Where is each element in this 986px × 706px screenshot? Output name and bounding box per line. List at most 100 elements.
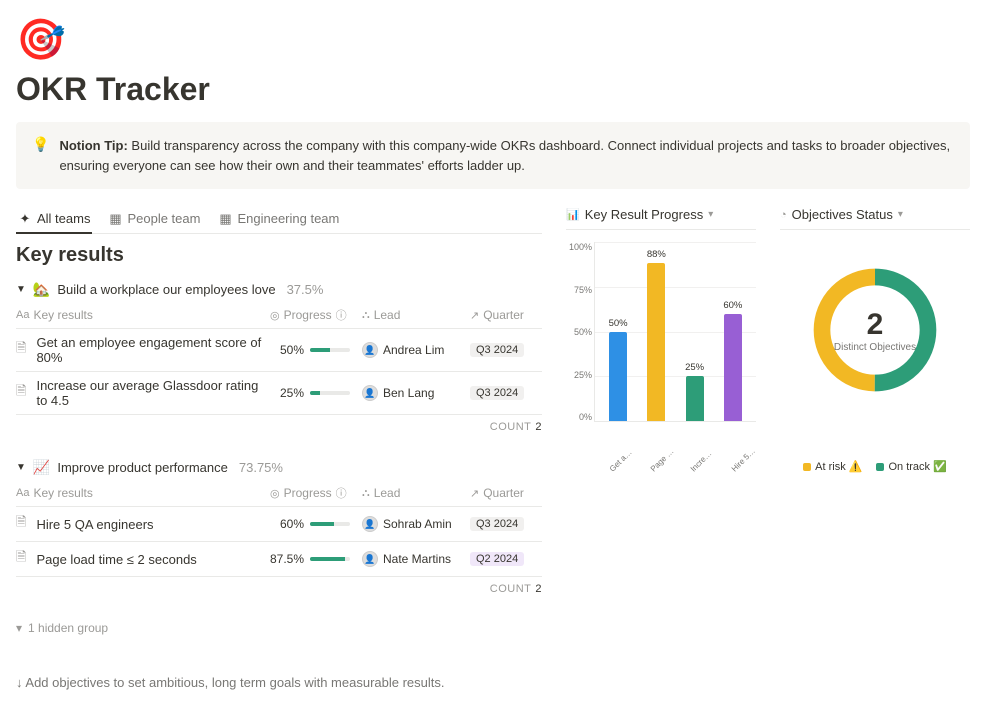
tab-label: People team [127, 211, 200, 226]
bar-value-label: 25% [685, 362, 704, 373]
clock-icon: ◔ [780, 209, 787, 221]
col-quarter-header: Quarter [483, 486, 524, 500]
y-axis-label: 0% [566, 412, 592, 422]
view-tabs: ✦ All teams ▦People team ▦ Engineering team [16, 207, 542, 234]
legend-item: At risk ⚠️ [803, 460, 862, 473]
people-icon: ⛬ [362, 309, 370, 322]
avatar: 👤 [362, 342, 378, 358]
row-lead: Nate Martins [383, 552, 451, 566]
group-progress-pct: 73.75% [239, 460, 283, 475]
legend-label: At risk ⚠️ [815, 460, 862, 473]
document-icon: 🗎 [16, 548, 26, 570]
col-quarter-header: Quarter [483, 308, 524, 322]
row-lead: Andrea Lim [383, 343, 444, 357]
tab-label: All teams [37, 211, 90, 226]
triangle-down-icon: ▼ [16, 462, 26, 473]
avatar: 👤 [362, 385, 378, 401]
table-row[interactable]: 🗎 Get an employee engagement score of 80%… [16, 329, 542, 372]
obj-status-title: Objectives Status [792, 207, 893, 222]
table-row[interactable]: 🗎Increase our average Glassdoor rating t… [16, 372, 542, 415]
table-row[interactable]: 🗎 Page load time ≤ 2 seconds 87.5% 👤 Nate … [16, 542, 542, 577]
bar-chart-icon: 📊 [566, 208, 580, 221]
arrow-icon: ↗ [470, 309, 479, 322]
info-icon: ⓘ [336, 485, 347, 501]
x-axis-label: Page load time ≤ 2 s… [649, 446, 677, 474]
avatar: 👤 [362, 551, 378, 567]
chevron-down-icon: ▾ [16, 621, 22, 635]
legend-swatch [876, 463, 884, 471]
objectives-donut-chart: 2 Distinct Objectives [805, 260, 945, 400]
col-name-header: Key results [33, 486, 92, 500]
quarter-badge[interactable]: Q2 2024 [470, 552, 524, 566]
donut-center-value: 2 [867, 308, 884, 342]
arrow-icon: ↗ [470, 487, 479, 500]
group-emoji: 🏡 [33, 281, 50, 298]
tip-label: Notion Tip: [59, 138, 127, 153]
info-icon: ⓘ [336, 307, 347, 323]
row-progress-pct: 60% [270, 517, 304, 531]
col-progress-header: Progress [284, 308, 332, 322]
tip-body: Build transparency across the company wi… [59, 138, 950, 173]
chart-bar[interactable]: 25% [686, 376, 704, 421]
chart-bar[interactable]: 60% [724, 314, 742, 421]
row-progress-pct: 25% [270, 386, 304, 400]
text-icon: Aa [16, 309, 29, 321]
row-progress-pct: 87.5% [270, 552, 304, 566]
group-name: Build a workplace our employees love [57, 282, 275, 297]
row-progress-pct: 50% [270, 343, 304, 357]
text-icon: Aa [16, 487, 29, 499]
obj-status-header[interactable]: ◔ Objectives Status ▾ [780, 207, 970, 230]
table-row[interactable]: 🗎Hire 5 QA engineers 60% 👤Sohrab Amin Q3… [16, 507, 542, 542]
people-icon: ⛬ [362, 487, 370, 500]
count-row: COUNT2 [16, 577, 542, 601]
legend-item: On track ✅ [876, 460, 946, 473]
hidden-group-toggle[interactable]: ▾ 1 hidden group [16, 617, 542, 639]
footer-hint: ↓ Add objectives to set ambitious, long … [16, 675, 542, 690]
bar-value-label: 60% [723, 300, 742, 311]
chevron-down-icon: ▾ [708, 209, 713, 220]
chevron-down-icon: ▾ [898, 209, 903, 220]
group-header[interactable]: ▼ 🏡 Build a workplace our employees love… [16, 277, 542, 302]
group-emoji: 📈 [33, 459, 50, 476]
document-icon: 🗎 [16, 382, 26, 404]
key-results-heading: Key results [16, 244, 542, 267]
tab-all-teams[interactable]: ✦ All teams [16, 207, 92, 233]
x-axis-label: Get an employ… [608, 446, 636, 474]
tab-icon: ▦ [218, 212, 232, 226]
kr-chart-title: Key Result Progress [585, 207, 704, 222]
kr-chart-header[interactable]: 📊 Key Result Progress ▾ [566, 207, 756, 230]
tab-people-team[interactable]: ▦People team [106, 207, 202, 233]
bar-value-label: 88% [647, 249, 666, 260]
group-progress-pct: 37.5% [287, 282, 324, 297]
row-name: Page load time ≤ 2 seconds [36, 552, 196, 567]
row-name: Get an employee engagement score of 80% [36, 335, 270, 365]
tab-label: Engineering team [237, 211, 339, 226]
hidden-group-label: 1 hidden group [28, 621, 108, 635]
y-axis-label: 75% [566, 285, 592, 295]
x-axis-label: Increase our average… [689, 446, 717, 474]
kr-bar-chart: 100% 75% 50% 25% 0% 50% 88% 25% 60% [566, 242, 756, 442]
y-axis-label: 50% [566, 327, 592, 337]
group-header[interactable]: ▼ 📈 Improve product performance 73.75% [16, 455, 542, 480]
page-title: OKR Tracker [16, 71, 970, 108]
progress-bar [310, 348, 350, 352]
y-axis-label: 100% [566, 242, 592, 252]
document-icon: 🗎 [16, 339, 26, 361]
row-lead: Sohrab Amin [383, 517, 452, 531]
tab-icon: ✦ [18, 212, 32, 226]
target-icon: ◎ [270, 487, 280, 500]
tab-engineering-team[interactable]: ▦ Engineering team [216, 207, 341, 233]
chart-bar[interactable]: 88% [647, 263, 665, 421]
quarter-badge[interactable]: Q3 2024 [470, 343, 524, 357]
col-lead-header: Lead [374, 486, 401, 500]
quarter-badge[interactable]: Q3 2024 [470, 517, 524, 531]
target-icon: ◎ [270, 309, 280, 322]
col-name-header: Key results [33, 308, 92, 322]
quarter-badge[interactable]: Q3 2024 [470, 386, 524, 400]
triangle-down-icon: ▼ [16, 284, 26, 295]
col-lead-header: Lead [374, 308, 401, 322]
tip-text: Notion Tip: Build transparency across th… [59, 136, 954, 175]
chart-bar[interactable]: 50% [609, 332, 627, 422]
count-row: COUNT2 [16, 415, 542, 439]
row-name: Hire 5 QA engineers [36, 517, 153, 532]
